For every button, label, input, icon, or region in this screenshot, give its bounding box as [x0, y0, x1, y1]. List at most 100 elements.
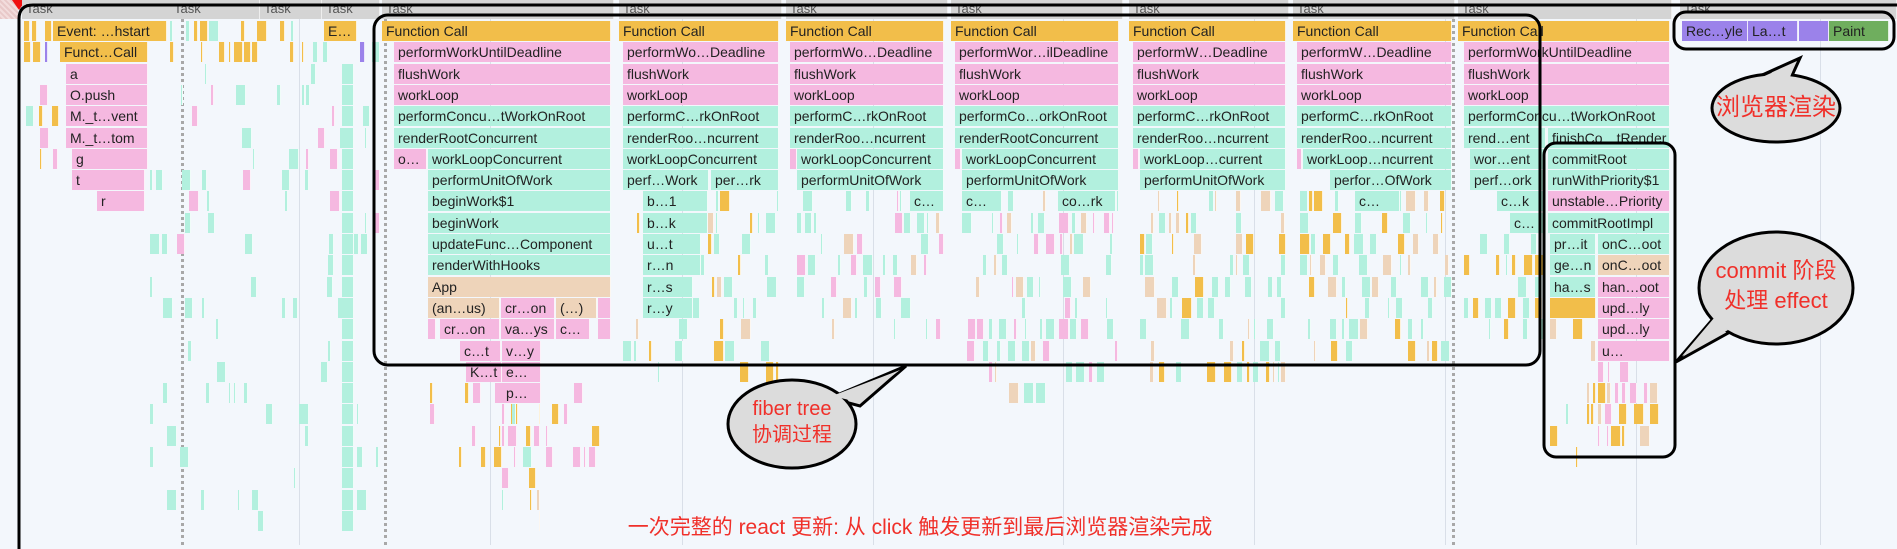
flame-sliver[interactable]	[342, 84, 354, 105]
flame-sliver[interactable]	[1622, 383, 1626, 404]
flame-sliver[interactable]	[776, 361, 779, 382]
flame-sliver[interactable]	[1278, 361, 1280, 382]
flame-sliver[interactable]	[1061, 255, 1070, 276]
flame-block[interactable]: Funct…Call	[60, 42, 148, 63]
flame-sliver[interactable]	[244, 42, 251, 63]
flame-block[interactable]: performWo…Deadline	[623, 42, 779, 63]
flame-sliver[interactable]	[584, 447, 586, 467]
flame-sliver[interactable]	[994, 255, 997, 276]
flame-sliver[interactable]	[202, 297, 205, 318]
flame-sliver[interactable]	[236, 84, 246, 105]
flame-block[interactable]: commitRoot	[1548, 148, 1670, 169]
flame-block[interactable]: Function Call	[1129, 21, 1286, 41]
flame-sliver[interactable]	[330, 191, 340, 212]
flame-sliver[interactable]	[805, 212, 812, 233]
flame-sliver[interactable]	[658, 361, 660, 382]
flame-sliver[interactable]	[357, 404, 359, 425]
flame-sliver[interactable]	[252, 489, 259, 510]
flame-sliver[interactable]	[205, 63, 207, 84]
flame-sliver[interactable]	[180, 447, 189, 467]
flame-sliver[interactable]	[328, 255, 334, 276]
flame-sliver[interactable]	[1070, 319, 1077, 340]
flame-block[interactable]: renderRoo…ncurrent	[1297, 127, 1452, 148]
flame-sliver[interactable]	[1110, 234, 1113, 254]
flame-block[interactable]: ha…s	[1550, 276, 1596, 297]
flame-sliver[interactable]	[997, 234, 1004, 254]
flame-sliver[interactable]	[40, 148, 42, 169]
flame-sliver[interactable]	[1426, 212, 1428, 233]
flame-sliver[interactable]	[1421, 319, 1424, 340]
flame-sliver[interactable]	[1031, 340, 1036, 361]
flame-sliver[interactable]	[1243, 255, 1250, 276]
flame-sliver[interactable]	[430, 383, 433, 404]
flame-sliver[interactable]	[1075, 297, 1078, 318]
flame-sliver[interactable]	[512, 404, 516, 425]
flame-sliver[interactable]	[294, 468, 296, 489]
flame-sliver[interactable]	[529, 468, 536, 489]
flame-sliver[interactable]	[1330, 319, 1337, 340]
flame-sliver[interactable]	[1346, 297, 1348, 318]
flame-block[interactable]: c…	[962, 191, 1002, 212]
flame-sliver[interactable]	[257, 21, 267, 41]
flame-block[interactable]: beginWork	[428, 212, 611, 233]
flame-sliver[interactable]	[244, 383, 248, 404]
flame-block[interactable]: K…t	[466, 361, 502, 382]
flame-sliver[interactable]	[1027, 276, 1034, 297]
flame-block[interactable]: c…k	[1497, 191, 1546, 212]
flame-block[interactable]: Function Call	[1458, 21, 1670, 41]
flame-sliver[interactable]	[797, 255, 806, 276]
flame-sliver[interactable]	[1034, 234, 1039, 254]
flame-sliver[interactable]	[299, 404, 309, 425]
flame-sliver[interactable]	[911, 255, 917, 276]
flame-block[interactable]: Function Call	[382, 21, 611, 41]
flame-sliver[interactable]	[502, 468, 509, 489]
flame-sliver[interactable]	[242, 127, 252, 148]
flame-sliver[interactable]	[1022, 297, 1026, 318]
flame-sliver[interactable]	[883, 255, 886, 276]
flame-block[interactable]: flushWork	[790, 63, 944, 84]
flame-sliver[interactable]	[1275, 191, 1284, 212]
flame-sliver[interactable]	[589, 447, 596, 467]
flame-sliver[interactable]	[342, 63, 354, 84]
flame-sliver[interactable]	[1608, 361, 1610, 382]
flame-block[interactable]: workLoop	[623, 84, 779, 105]
flame-sliver[interactable]	[598, 297, 611, 318]
flame-sliver[interactable]	[724, 276, 733, 297]
flame-block[interactable]: workLoop	[394, 84, 611, 105]
flame-sliver[interactable]	[1225, 276, 1231, 297]
flame-sliver[interactable]	[305, 170, 309, 191]
flame-block[interactable]: c…	[910, 191, 944, 212]
flame-sliver[interactable]	[897, 191, 899, 212]
flame-sliver[interactable]	[330, 148, 338, 169]
flame-sliver[interactable]	[1081, 212, 1087, 233]
flame-sliver[interactable]	[1480, 234, 1488, 254]
flame-sliver[interactable]	[1194, 234, 1202, 254]
flame-sliver[interactable]	[207, 191, 210, 212]
flame-sliver[interactable]	[875, 276, 881, 297]
flame-sliver[interactable]	[838, 255, 841, 276]
flame-sliver[interactable]	[921, 234, 929, 254]
flame-sliver[interactable]	[245, 234, 253, 254]
flame-sliver[interactable]	[857, 234, 863, 254]
flame-sliver[interactable]	[306, 148, 309, 169]
flame-sliver[interactable]	[285, 191, 288, 212]
flame-sliver[interactable]	[45, 42, 48, 63]
flame-sliver[interactable]	[1236, 191, 1241, 212]
flame-sliver[interactable]	[574, 383, 583, 404]
flame-sliver[interactable]	[365, 212, 367, 233]
flame-sliver[interactable]	[1576, 447, 1578, 467]
flame-sliver[interactable]	[844, 234, 854, 254]
flame-sliver[interactable]	[1008, 191, 1014, 212]
flame-sliver[interactable]	[1002, 255, 1008, 276]
flame-sliver[interactable]	[734, 297, 738, 318]
flame-block[interactable]: t	[72, 170, 145, 191]
flame-sliver[interactable]	[185, 212, 191, 233]
flame-sliver[interactable]	[342, 425, 354, 446]
flame-sliver[interactable]	[321, 361, 328, 382]
flame-sliver[interactable]	[1355, 212, 1362, 233]
flame-block[interactable]: performW…Deadline	[1297, 42, 1452, 63]
flame-sliver[interactable]	[185, 297, 193, 318]
flame-sliver[interactable]	[1598, 361, 1604, 382]
flame-sliver[interactable]	[216, 319, 219, 340]
flame-sliver[interactable]	[1017, 234, 1019, 254]
